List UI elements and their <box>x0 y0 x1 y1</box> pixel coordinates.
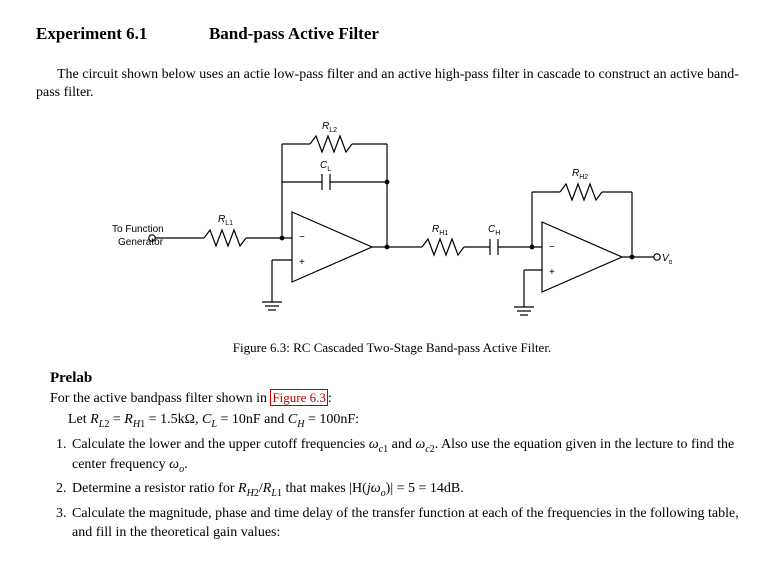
prelab-list: Calculate the lower and the upper cutoff… <box>50 436 748 542</box>
label-Vout: Vout <box>662 253 672 266</box>
prelab-heading: Prelab <box>50 370 748 387</box>
intro-paragraph: The circuit shown below uses an actie lo… <box>36 66 748 102</box>
label-to-function: To Function <box>112 224 164 235</box>
prelab-item-1: Calculate the lower and the upper cutoff… <box>70 436 748 476</box>
title-line: Experiment 6.1 Band-pass Active Filter <box>36 24 748 44</box>
circuit-figure: − + − + To Function Generator RL1 RL2 CL… <box>36 112 748 332</box>
prelab-item-3: Calculate the magnitude, phase and time … <box>70 505 748 541</box>
prelab-intro-prefix: For the active bandpass filter shown in <box>50 391 270 406</box>
label-RH1: RH1 <box>432 224 448 237</box>
prelab-item-2: Determine a resistor ratio for RH2/RL1 t… <box>70 480 748 500</box>
prelab-intro: For the active bandpass filter shown in … <box>50 389 748 409</box>
svg-text:+: + <box>299 257 305 268</box>
prelab-let-line: Let RL2 = RH1 = 1.5kΩ, CL = 10nF and CH … <box>68 411 748 431</box>
label-CL: CL <box>320 160 331 173</box>
label-RL1: RL1 <box>218 214 233 227</box>
experiment-label: Experiment 6.1 <box>36 24 147 43</box>
label-generator: Generator <box>118 237 164 248</box>
svg-text:−: − <box>549 242 555 253</box>
experiment-title: Band-pass Active Filter <box>209 24 379 43</box>
circuit-svg: − + − + To Function Generator RL1 RL2 CL… <box>112 112 672 332</box>
svg-text:+: + <box>549 267 555 278</box>
label-RH2: RH2 <box>572 168 588 181</box>
prelab-intro-suffix: : <box>328 391 332 406</box>
figure-caption: Figure 6.3: RC Cascaded Two-Stage Band-p… <box>36 340 748 356</box>
svg-text:−: − <box>299 232 305 243</box>
label-RL2: RL2 <box>322 121 337 134</box>
label-CH: CH <box>488 224 500 237</box>
figure-reference-link[interactable]: Figure 6.3 <box>270 389 327 406</box>
